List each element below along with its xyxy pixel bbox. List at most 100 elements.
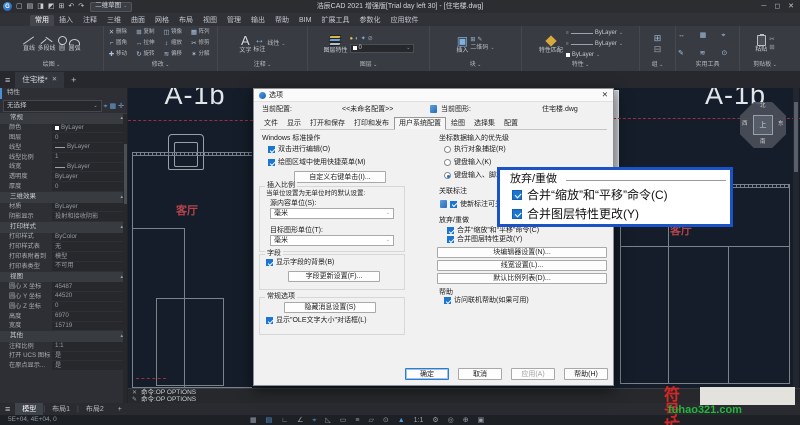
grid-icon[interactable]: ▦ [250, 417, 257, 424]
tab-display[interactable]: 显示 [283, 118, 305, 129]
group-label-block[interactable]: 块 [430, 62, 521, 71]
group-objects-icon[interactable]: ⊞ [654, 34, 662, 43]
group-label-group[interactable]: 组 [640, 62, 675, 71]
explode-button[interactable]: ✶分解 [189, 50, 216, 61]
combine-zoom-pan-checkbox[interactable]: 合并“缩放”和“平移”命令(C) [447, 227, 539, 234]
ribbon-tab-express[interactable]: 扩展工具 [316, 15, 354, 26]
create-block-icon[interactable]: ⊞ [470, 37, 475, 43]
selection-dropdown[interactable]: 无选择 ⌄ [3, 100, 102, 112]
toggle-pickadd-icon[interactable]: ✛ [118, 103, 124, 110]
arc-button[interactable]: 圆弧 [69, 36, 81, 52]
clean-screen-icon[interactable]: ⊕ [463, 417, 469, 424]
default-scale-list-button[interactable]: 默认比例列表(D)... [437, 273, 607, 284]
ribbon-tab-3d[interactable]: 三维 [102, 15, 126, 26]
tab-user-preferences[interactable]: 用户系统配置 [394, 117, 446, 130]
array-button[interactable]: ▦阵列 [189, 28, 216, 39]
section-3d-effects[interactable]: 三维效果▴ [0, 192, 127, 203]
ribbon-tab-view[interactable]: 视图 [198, 15, 222, 26]
document-tab-active[interactable]: 住宅楼* ✕ [15, 72, 64, 88]
shortcut-menu-checkbox[interactable]: 绘图区域中使用快捷菜单(M) [268, 159, 366, 166]
offset-button[interactable]: ≋偏移 [161, 50, 188, 61]
count-icon[interactable]: ≋ [700, 50, 716, 57]
close-icon[interactable]: ✕ [131, 390, 138, 396]
ribbon-tab-annotate[interactable]: 注释 [78, 15, 102, 26]
new-file-icon[interactable]: ▢ [16, 3, 23, 10]
ribbon-tab-manage[interactable]: 管理 [222, 15, 246, 26]
target-units-select[interactable]: 毫米⌄ [270, 235, 394, 246]
group-label-layers[interactable]: 图层 [308, 62, 429, 71]
palette-scrollbar[interactable] [123, 114, 127, 403]
copy-button[interactable]: ⊞复制 [134, 28, 161, 39]
annotation-scale[interactable]: 1:1 [414, 417, 424, 424]
tab-open-save[interactable]: 打开和保存 [306, 118, 349, 129]
dimension-button[interactable]: ↔标注 [253, 36, 265, 53]
select-objects-icon[interactable]: ⌖ [104, 103, 108, 110]
online-help-checkbox[interactable]: 访问联机帮助(如果可用) [444, 297, 529, 304]
print-icon[interactable]: ⊞ [59, 3, 65, 10]
undo-icon[interactable]: ↶ [68, 3, 74, 10]
trim-button[interactable]: ✂修剪 [189, 39, 216, 50]
rotate-button[interactable]: ↻旋转 [134, 50, 161, 61]
transparency-icon[interactable]: ▱ [368, 417, 373, 424]
app-logo-icon[interactable]: G [3, 2, 12, 11]
object-snap-icon[interactable]: ⌖ [312, 417, 316, 424]
fillet-button[interactable]: ⌐圆角 [106, 39, 133, 50]
close-button[interactable]: ✕ [788, 3, 794, 10]
section-view[interactable]: 视图▴ [0, 272, 127, 283]
scale-button[interactable]: ↕缩放 [161, 39, 188, 50]
combine-layer-changes-checkbox-zoomed[interactable]: 合并图层特性更改(Y) [512, 208, 639, 220]
tab-profiles[interactable]: 配置 [500, 118, 522, 129]
tab-drafting[interactable]: 绘图 [447, 118, 469, 129]
save-icon[interactable]: ◨ [37, 3, 44, 10]
measure-icon[interactable]: ↔ [678, 32, 694, 39]
compass-east[interactable]: 东 [778, 122, 784, 128]
combine-zoom-pan-checkbox-zoomed[interactable]: 合并“缩放”和“平移”命令(C) [512, 189, 668, 201]
scrollbar-thumb[interactable] [794, 102, 798, 172]
text-button[interactable]: A文字 [239, 34, 251, 54]
color-dropdown[interactable]: ByLayer⌄ [566, 50, 623, 60]
close-tab-icon[interactable]: ✕ [52, 77, 57, 84]
ole-text-size-checkbox[interactable]: 显示"OLE文字大小"对话框(L) [266, 317, 367, 324]
copy-clip-icon[interactable]: ⊞ [769, 45, 774, 52]
ribbon-tab-help[interactable]: 帮助 [270, 15, 294, 26]
calculator-icon[interactable]: ▦ [700, 32, 716, 39]
redo-icon[interactable]: ↷ [78, 3, 84, 10]
circle-button[interactable]: 圆 [58, 36, 67, 52]
selection-cycling-icon[interactable]: ⊙ [383, 417, 389, 424]
isolate-objects-icon[interactable]: ◎ [448, 417, 454, 424]
ribbon-tab-bim[interactable]: BIM [294, 15, 316, 26]
group-label-utilities[interactable]: 实用工具 [676, 62, 739, 71]
ribbon-tab-surface[interactable]: 曲面 [126, 15, 150, 26]
polar-tracking-icon[interactable]: ∠ [297, 417, 303, 424]
ungroup-objects-icon[interactable]: ⊟ [654, 45, 662, 54]
layer-properties-button[interactable]: 图层特性 [323, 35, 347, 54]
move-button[interactable]: ✚移动 [106, 50, 133, 61]
apply-button[interactable]: 应用(A) [511, 368, 555, 380]
insert-block-button[interactable]: ▣插入 [456, 35, 468, 54]
layer-on-icon[interactable]: ● [350, 36, 354, 42]
ok-button[interactable]: 确定 [405, 368, 449, 380]
hamburger-icon[interactable]: ≡ [0, 405, 15, 414]
right-click-customization-button[interactable]: 自定义右键单击(I)... [294, 171, 386, 183]
ribbon-tab-output[interactable]: 输出 [246, 15, 270, 26]
mirror-button[interactable]: ◫镜像 [161, 28, 188, 39]
model-tab[interactable]: 模型 [15, 403, 43, 415]
ortho-icon[interactable]: ∟ [281, 417, 288, 424]
layout1-tab[interactable]: 布局1 [45, 403, 77, 415]
field-update-settings-button[interactable]: 字段更新设置(F)... [288, 271, 380, 282]
edit-block-icon[interactable]: ✎ [477, 37, 482, 43]
layer-freeze-icon[interactable]: ◐ [355, 36, 359, 42]
dialog-close-icon[interactable]: ✕ [602, 91, 608, 99]
view-cube[interactable]: 上 北 南 西 东 [740, 102, 786, 148]
point-icon[interactable]: ⌖ [721, 32, 737, 39]
keyboard-entry-radio[interactable]: 键盘输入(K) [444, 159, 491, 166]
compass-north[interactable]: 北 [760, 104, 766, 110]
ribbon-tab-apps[interactable]: 应用软件 [385, 15, 423, 26]
save-as-icon[interactable]: ◩ [48, 3, 55, 10]
source-units-select[interactable]: 毫米⌄ [270, 208, 394, 219]
snap-mode-icon[interactable]: ▤ [266, 417, 273, 424]
group-label-properties[interactable]: 特性 [522, 62, 639, 71]
erase-button[interactable]: ✕删除 [106, 28, 133, 39]
section-general[interactable]: 常规▴ [0, 113, 127, 124]
view-cube-top[interactable]: 上 [753, 115, 773, 135]
